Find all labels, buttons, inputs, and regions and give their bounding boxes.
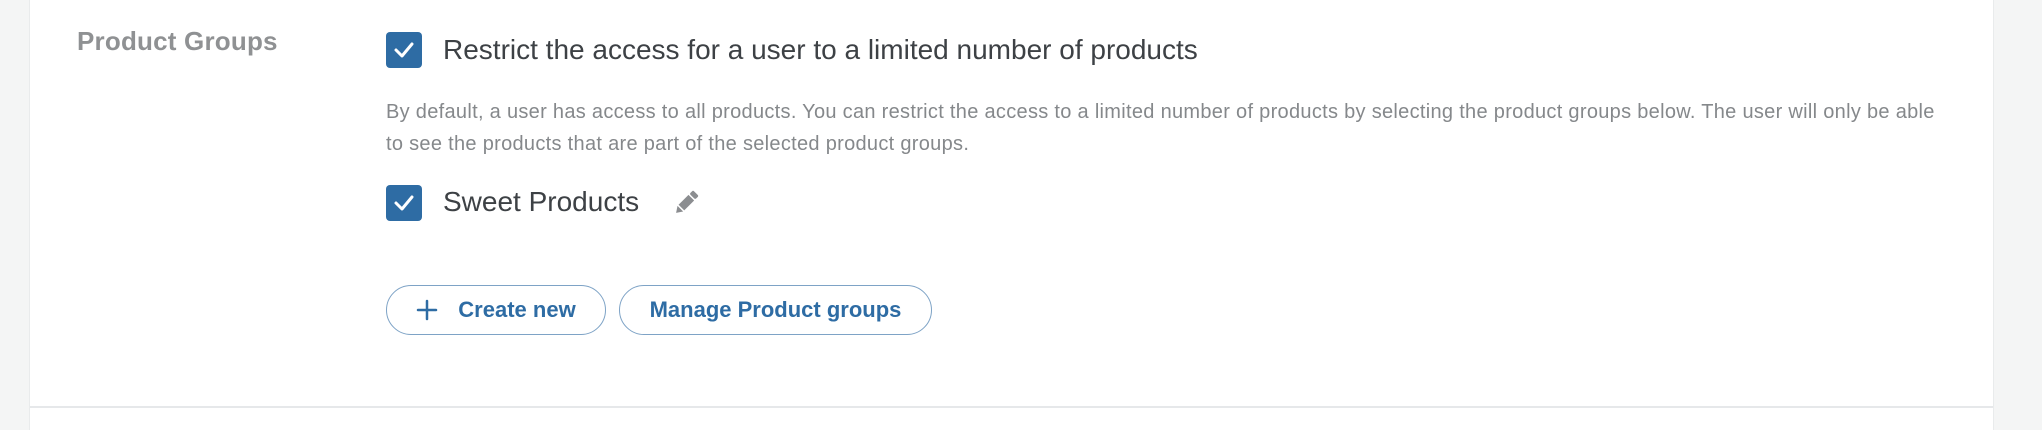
section-divider [30, 406, 1993, 408]
plus-icon [417, 299, 438, 321]
restrict-access-label[interactable]: Restrict the access for a user to a limi… [443, 34, 1198, 66]
manage-product-groups-button[interactable]: Manage Product groups [619, 285, 932, 335]
section-title: Product Groups [77, 26, 278, 56]
group-label-sweet-products[interactable]: Sweet Products [443, 186, 639, 218]
create-new-label: Create new [458, 297, 576, 322]
manage-product-groups-label: Manage Product groups [649, 297, 902, 322]
restrict-access-description: By default, a user has access to all pro… [386, 101, 1935, 155]
settings-panel: Product Groups Restrict the access for a… [29, 0, 1994, 430]
checkmark-icon [394, 42, 414, 58]
pencil-icon[interactable] [670, 187, 702, 219]
create-new-button[interactable]: Create new [386, 285, 606, 335]
checkmark-icon [394, 195, 414, 211]
group-checkbox-sweet-products[interactable] [386, 185, 422, 221]
restrict-access-checkbox[interactable] [386, 32, 422, 68]
